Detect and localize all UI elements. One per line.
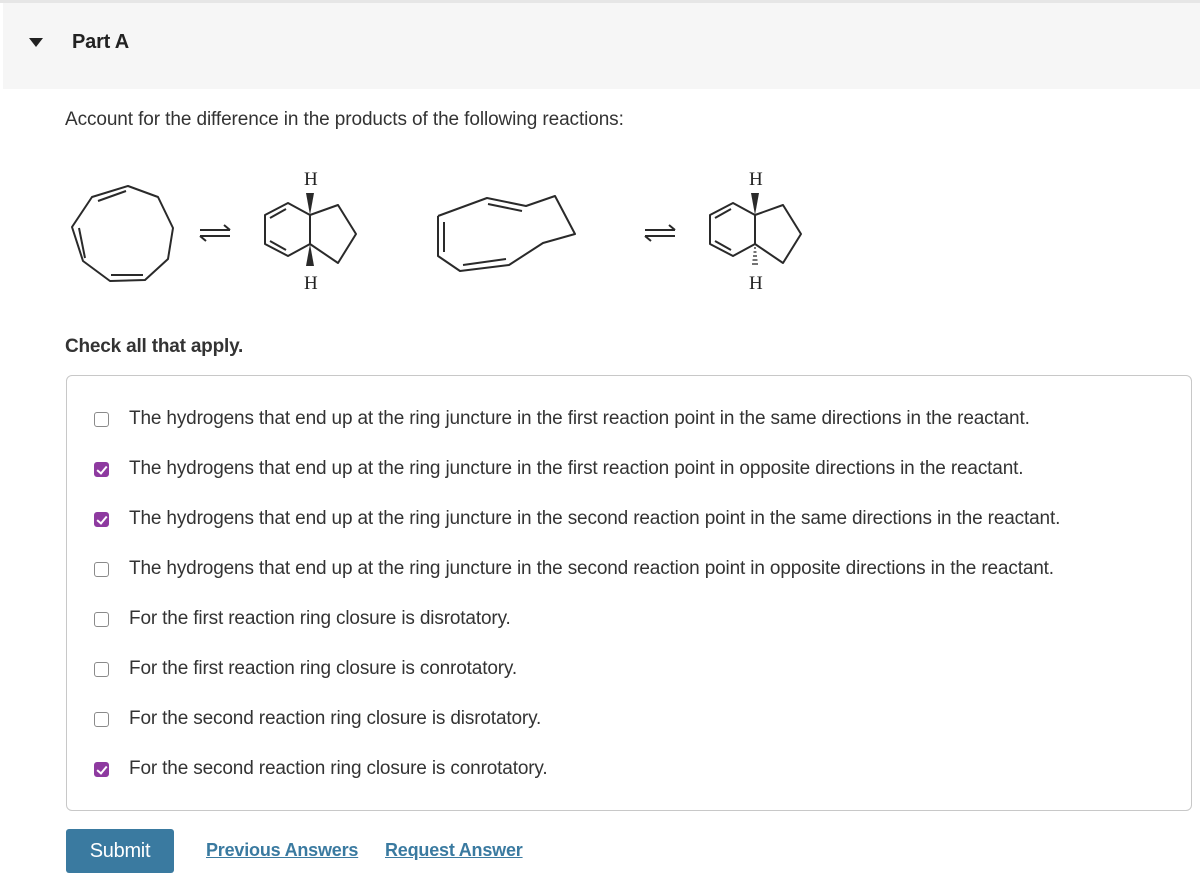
request-answer-link[interactable]: Request Answer <box>385 840 523 861</box>
checkbox-checked[interactable] <box>94 461 109 477</box>
option-2[interactable]: The hydrogens that end up at the ring ju… <box>94 457 1024 481</box>
option-8[interactable]: For the second reaction ring closure is … <box>94 757 548 781</box>
previous-answers-link[interactable]: Previous Answers <box>206 840 358 861</box>
wedge-bond-top-2 <box>751 193 759 215</box>
wedge-bond-top-1 <box>306 193 314 215</box>
reaction-scheme-svg: H H H H <box>71 169 802 294</box>
option-1[interactable]: The hydrogens that end up at the ring ju… <box>94 407 1030 431</box>
option-7[interactable]: For the second reaction ring closure is … <box>94 707 541 731</box>
option-label[interactable]: The hydrogens that end up at the ring ju… <box>129 508 1060 530</box>
equilibrium-arrow-2 <box>644 224 676 242</box>
h-label-top-1: H <box>304 169 318 190</box>
part-header[interactable]: Part A <box>3 3 1200 89</box>
checkbox-unchecked[interactable] <box>94 411 109 427</box>
reaction-diagrams: H H H H <box>55 155 815 305</box>
h-label-bottom-2: H <box>749 273 763 294</box>
options-container <box>66 375 1192 811</box>
checkbox-checked[interactable] <box>94 511 109 527</box>
submit-button[interactable]: Submit <box>66 829 174 873</box>
option-label[interactable]: For the first reaction ring closure is c… <box>129 658 517 680</box>
reactant-2-cyclononatriene <box>437 195 576 272</box>
option-4[interactable]: The hydrogens that end up at the ring ju… <box>94 557 1054 581</box>
part-title: Part A <box>72 31 129 53</box>
equilibrium-arrow-1 <box>199 224 231 242</box>
option-label[interactable]: For the second reaction ring closure is … <box>129 708 541 730</box>
reactant-1-cyclononatriene <box>71 185 174 282</box>
checkbox-checked[interactable] <box>94 761 109 777</box>
option-label[interactable]: The hydrogens that end up at the ring ju… <box>129 458 1024 480</box>
instruction-text: Check all that apply. <box>65 336 244 357</box>
checkbox-unchecked[interactable] <box>94 611 109 627</box>
checkbox-unchecked[interactable] <box>94 711 109 727</box>
option-label[interactable]: For the first reaction ring closure is d… <box>129 608 511 630</box>
option-label[interactable]: The hydrogens that end up at the ring ju… <box>129 408 1030 430</box>
option-label[interactable]: For the second reaction ring closure is … <box>129 758 548 780</box>
h-label-top-2: H <box>749 169 763 190</box>
checkbox-unchecked[interactable] <box>94 561 109 577</box>
hash-bond-bottom-2 <box>752 247 758 265</box>
h-label-bottom-1: H <box>304 273 318 294</box>
question-prompt: Account for the difference in the produc… <box>65 109 624 130</box>
option-label[interactable]: The hydrogens that end up at the ring ju… <box>129 558 1054 580</box>
option-5[interactable]: For the first reaction ring closure is d… <box>94 607 511 631</box>
checkbox-unchecked[interactable] <box>94 661 109 677</box>
option-6[interactable]: For the first reaction ring closure is c… <box>94 657 517 681</box>
collapse-caret-icon[interactable] <box>29 38 43 47</box>
option-3[interactable]: The hydrogens that end up at the ring ju… <box>94 507 1060 531</box>
wedge-bond-bottom-1 <box>306 244 314 266</box>
